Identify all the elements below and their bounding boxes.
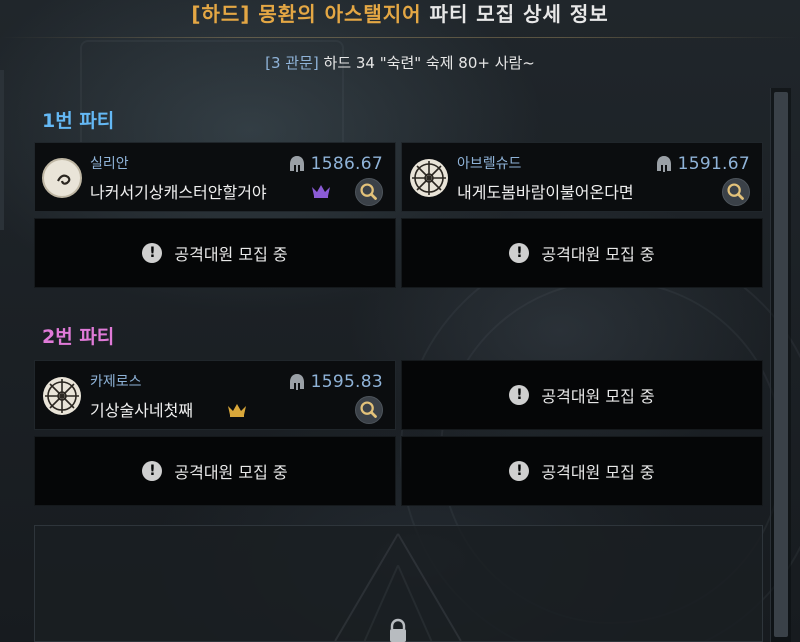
gear-score-value: 1591.67 — [677, 154, 750, 174]
party-2-slot-4[interactable]: ! 공격대원 모집 중 — [401, 436, 763, 506]
lock-icon — [390, 618, 406, 642]
gear-score: 1595.83 — [289, 372, 383, 392]
helmet-icon — [289, 156, 304, 172]
gear-score-value: 1586.67 — [310, 154, 383, 174]
member-class: 카제로스 — [90, 374, 142, 390]
alert-icon: ! — [142, 243, 163, 263]
party-2-slot-3[interactable]: ! 공격대원 모집 중 — [34, 436, 396, 506]
recruiting-label: 공격대원 모집 중 — [541, 387, 655, 406]
party-1-slot-4[interactable]: ! 공격대원 모집 중 — [401, 218, 763, 288]
search-icon — [360, 183, 377, 200]
scrollbar[interactable] — [770, 88, 791, 642]
recruiting-label: 공격대원 모집 중 — [174, 463, 288, 482]
sun-wheel-icon — [43, 377, 81, 415]
party-2-slot-1[interactable]: 카제로스 기상술사네첫째 1595.83 — [34, 360, 396, 430]
party-2-slot-2[interactable]: ! 공격대원 모집 중 — [401, 360, 763, 430]
recruiting-label: 공격대원 모집 중 — [541, 245, 655, 264]
recruiting-label: 공격대원 모집 중 — [541, 463, 655, 482]
gear-score-value: 1595.83 — [310, 372, 383, 392]
recruiting-label: 공격대원 모집 중 — [174, 245, 288, 264]
scrollbar-thumb[interactable] — [774, 92, 788, 637]
recruit-description: [3 관문] 하드 34 "숙련" 숙제 80+ 사람~ — [0, 52, 800, 73]
purple-crown-icon — [312, 185, 330, 198]
alert-icon: ! — [509, 385, 530, 405]
inspect-button[interactable] — [355, 178, 383, 206]
gear-score: 1591.67 — [656, 154, 750, 174]
gate-tag: [3 관문] — [265, 54, 319, 72]
inspect-button[interactable] — [722, 178, 750, 206]
search-icon — [727, 183, 744, 200]
member-name: 내게도봄바람이불어온다면 — [457, 183, 634, 202]
recruit-text: 하드 34 "숙련" 숙제 80+ 사람~ — [323, 54, 535, 72]
inspect-button[interactable] — [355, 396, 383, 424]
alert-icon: ! — [142, 461, 163, 481]
member-name: 나커서기상캐스터안할거야 — [90, 183, 267, 202]
gold-crown-icon — [228, 404, 246, 417]
alert-icon: ! — [509, 243, 530, 263]
sun-wheel-icon — [410, 159, 448, 197]
title-divider — [0, 37, 800, 38]
title-raid-name: [하드] 몽환의 아스탤지어 — [191, 2, 422, 26]
left-panel-edge — [0, 70, 4, 230]
member-class: 실리안 — [90, 156, 129, 172]
member-class: 아브렐슈드 — [457, 156, 522, 172]
party-1-header: 1번 파티 — [42, 110, 115, 132]
helmet-icon — [656, 156, 671, 172]
moon-swirl-icon — [42, 158, 82, 198]
search-icon — [360, 401, 377, 418]
alert-icon: ! — [509, 461, 530, 481]
party-1-slot-1[interactable]: 실리안 나커서기상캐스터안할거야 1586.67 — [34, 142, 396, 212]
party-2-header: 2번 파티 — [42, 326, 115, 348]
party-1-slot-2[interactable]: 아브렐슈드 내게도봄바람이불어온다면 1591.67 — [401, 142, 763, 212]
gear-score: 1586.67 — [289, 154, 383, 174]
page-title: [하드] 몽환의 아스탤지어 파티 모집 상세 정보 — [0, 0, 800, 30]
member-name: 기상술사네첫째 — [90, 401, 194, 420]
party-1-slot-3[interactable]: ! 공격대원 모집 중 — [34, 218, 396, 288]
helmet-icon — [289, 374, 304, 390]
title-text: 파티 모집 상세 정보 — [429, 2, 609, 26]
